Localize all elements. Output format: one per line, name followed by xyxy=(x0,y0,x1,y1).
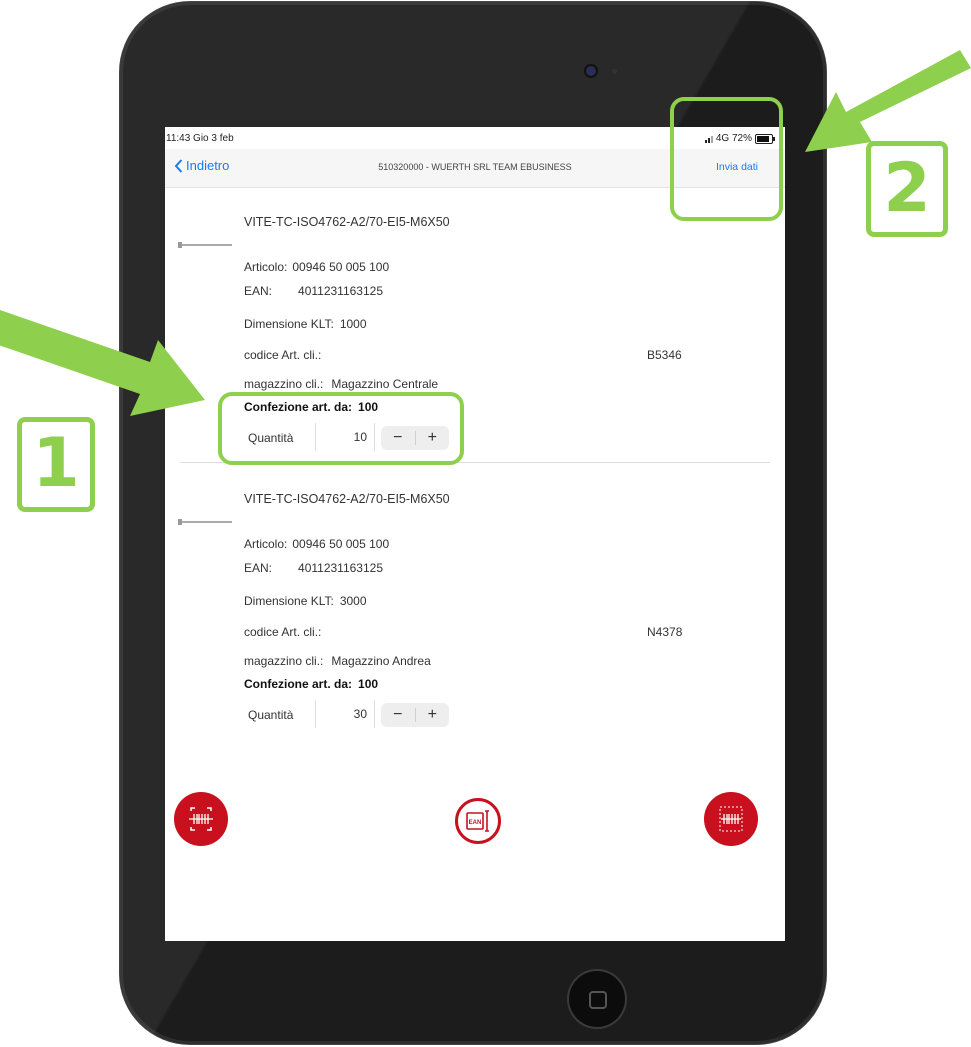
arrow-icon xyxy=(805,50,971,152)
warehouse-value: Magazzino Centrale xyxy=(331,377,439,391)
screw-thumbnail-icon xyxy=(178,242,232,248)
barcode-scan-button[interactable] xyxy=(174,792,228,846)
barcode-frame-icon xyxy=(719,806,743,832)
ean-value: 4011231163125 xyxy=(298,284,383,298)
quantity-label: Quantità xyxy=(248,708,294,722)
dimension-row: Dimensione KLT: 1000 xyxy=(244,317,367,331)
dimension-value: 3000 xyxy=(339,594,367,608)
pack-value: 100 xyxy=(358,677,379,691)
warehouse-label: magazzino cli.: xyxy=(244,377,324,391)
decrement-button[interactable]: − xyxy=(381,703,415,727)
app-screen: 11:43 Gio 3 feb 4G 72% Indietro 51032000… xyxy=(165,127,785,941)
quantity-stepper: − + xyxy=(381,703,449,727)
home-square-icon xyxy=(589,991,607,1009)
warehouse-row: magazzino cli.: Magazzino Centrale xyxy=(244,377,438,391)
increment-button[interactable]: + xyxy=(416,703,450,727)
customer-code-label: codice Art. cli.: xyxy=(244,625,322,639)
article-label: Articolo: xyxy=(244,537,288,551)
customer-code-value: B5346 xyxy=(647,348,682,362)
ean-label: EAN: xyxy=(244,561,273,575)
item-name: VITE-TC-ISO4762-A2/70-EI5-M6X50 xyxy=(244,492,450,506)
pack-label: Confezione art. da: xyxy=(244,677,353,691)
article-value: 00946 50 005 100 xyxy=(292,537,390,551)
ean-row: EAN: 4011231163125 xyxy=(244,284,383,298)
ean-button-text: EAN xyxy=(469,820,482,826)
home-button[interactable] xyxy=(569,971,625,1027)
highlight-quantity-box xyxy=(218,392,464,465)
warehouse-label: magazzino cli.: xyxy=(244,654,324,668)
dimension-row: Dimensione KLT: 3000 xyxy=(244,594,367,608)
screw-thumbnail-icon xyxy=(178,519,232,525)
article-value: 00946 50 005 100 xyxy=(292,260,390,274)
dimension-label: Dimensione KLT: xyxy=(244,594,334,608)
article-row: Articolo: 00946 50 005 100 xyxy=(244,260,389,274)
customer-code-value: N4378 xyxy=(647,625,683,639)
warehouse-row: magazzino cli.: Magazzino Andrea xyxy=(244,654,431,668)
dimension-value: 1000 xyxy=(339,317,367,331)
item-name: VITE-TC-ISO4762-A2/70-EI5-M6X50 xyxy=(244,215,450,229)
quantity-input[interactable]: 30 xyxy=(315,700,375,728)
status-time: 11:43 Gio 3 feb xyxy=(166,133,234,144)
ean-label: EAN: xyxy=(244,284,273,298)
annotation-badge-1: 1 xyxy=(17,417,95,512)
ean-input-button[interactable]: EAN xyxy=(455,798,501,844)
ean-value: 4011231163125 xyxy=(298,561,383,575)
warehouse-value: Magazzino Andrea xyxy=(331,654,431,668)
barcode-scan-icon xyxy=(189,807,213,831)
camera-icon xyxy=(586,66,596,76)
pack-row: Confezione art. da: 100 xyxy=(244,677,378,691)
highlight-send-box xyxy=(670,97,783,221)
dimension-label: Dimensione KLT: xyxy=(244,317,334,331)
article-label: Articolo: xyxy=(244,260,288,274)
customer-code-label: codice Art. cli.: xyxy=(244,348,322,362)
article-row: Articolo: 00946 50 005 100 xyxy=(244,537,389,551)
sensor-dot xyxy=(612,69,617,74)
ean-row: EAN: 4011231163125 xyxy=(244,561,383,575)
arrow-icon xyxy=(0,310,205,416)
barcode-frame-button[interactable] xyxy=(704,792,758,846)
ean-keyboard-icon: EAN xyxy=(466,810,489,832)
